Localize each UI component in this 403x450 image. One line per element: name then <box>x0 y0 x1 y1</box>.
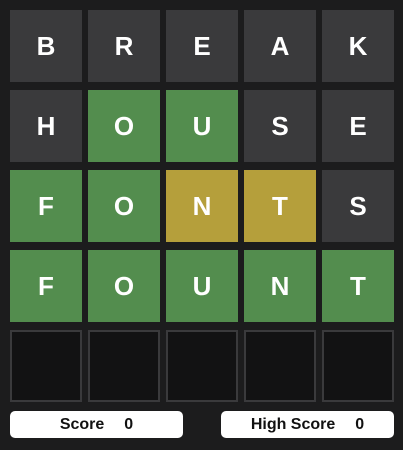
tile-r4-c3: U <box>166 250 238 322</box>
score-value: 0 <box>124 415 134 433</box>
tile-r2-c5: E <box>322 90 394 162</box>
tile-r5-c3 <box>166 330 238 402</box>
tile-r5-c4 <box>244 330 316 402</box>
score-panel: Score 0 <box>10 411 183 438</box>
tile-r5-c5 <box>322 330 394 402</box>
tile-r3-c2: O <box>88 170 160 242</box>
score-label: Score <box>59 415 105 433</box>
tile-r1-c2: R <box>88 10 160 82</box>
tile-r2-c1: H <box>10 90 82 162</box>
tile-r4-c1: F <box>10 250 82 322</box>
tile-r3-c5: S <box>322 170 394 242</box>
high-score-panel: High Score 0 <box>221 411 394 438</box>
game-board: BREAKHOUSEFONTSFOUNT <box>10 10 394 402</box>
tile-r5-c1 <box>10 330 82 402</box>
tile-r5-c2 <box>88 330 160 402</box>
tile-r1-c5: K <box>322 10 394 82</box>
tile-r1-c4: A <box>244 10 316 82</box>
high-score-label: High Score <box>250 415 336 433</box>
tile-r3-c1: F <box>10 170 82 242</box>
tile-r2-c2: O <box>88 90 160 162</box>
tile-r4-c5: T <box>322 250 394 322</box>
tile-r4-c2: O <box>88 250 160 322</box>
tile-r2-c4: S <box>244 90 316 162</box>
tile-r2-c3: U <box>166 90 238 162</box>
high-score-value: 0 <box>355 415 365 433</box>
tile-r1-c3: E <box>166 10 238 82</box>
tile-r4-c4: N <box>244 250 316 322</box>
tile-r1-c1: B <box>10 10 82 82</box>
tile-r3-c4: T <box>244 170 316 242</box>
tile-r3-c3: N <box>166 170 238 242</box>
